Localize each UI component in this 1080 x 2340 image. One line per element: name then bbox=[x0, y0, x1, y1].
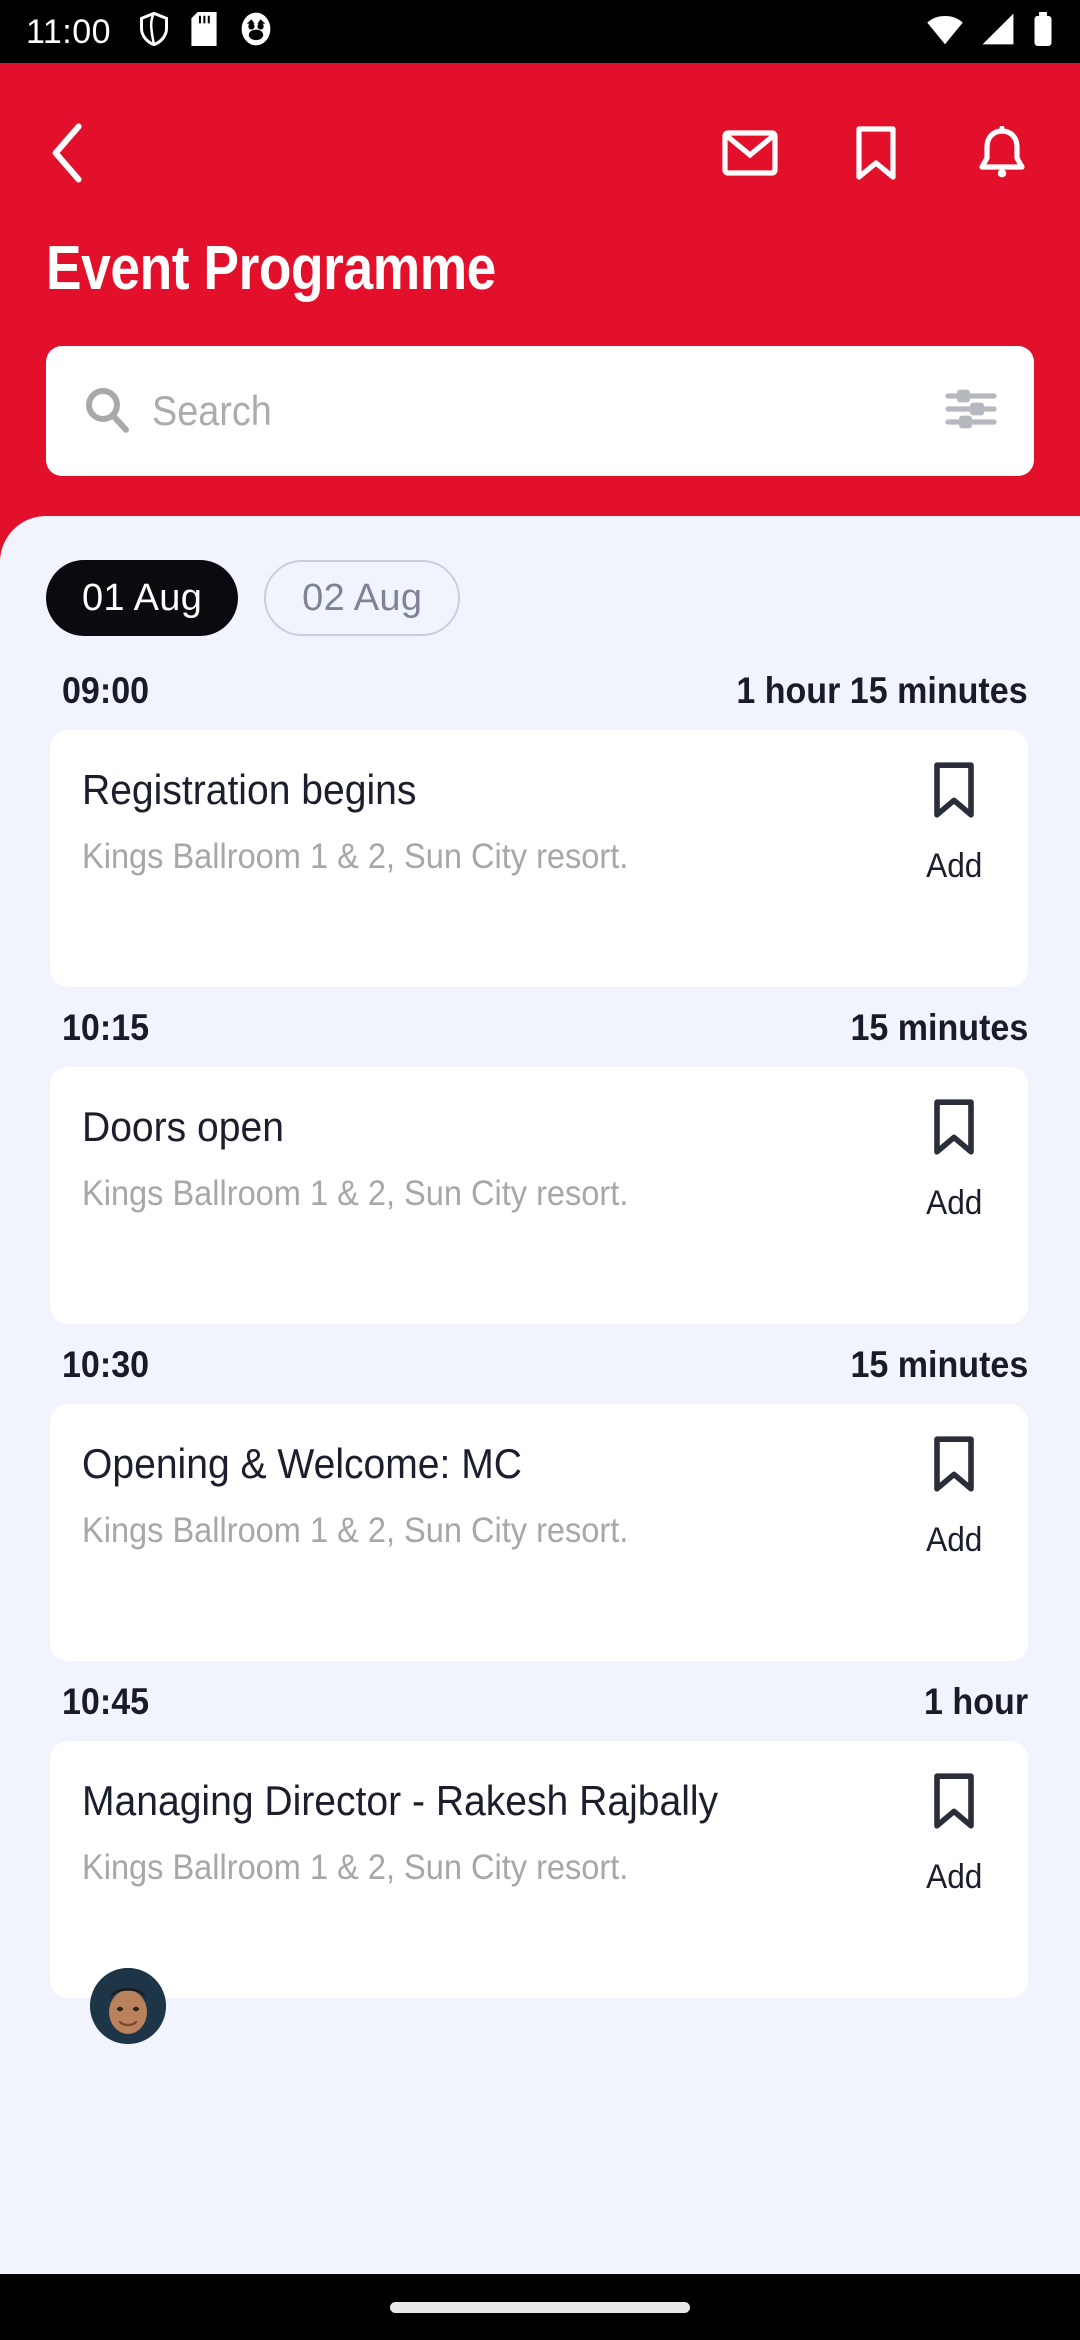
date-tab-list: 01 Aug 02 Aug bbox=[0, 516, 1080, 636]
programme-content-panel: 01 Aug 02 Aug 09:00 1 hour 15 minutes Re… bbox=[0, 516, 1080, 2274]
session-title: Doors open bbox=[82, 1103, 284, 1150]
session-add-label: Add bbox=[925, 1184, 982, 1222]
bookmark-icon bbox=[854, 125, 898, 185]
session-card[interactable]: Doors open Kings Ballroom 1 & 2, Sun Cit… bbox=[50, 1067, 1028, 1324]
bookmarks-button[interactable] bbox=[848, 125, 904, 185]
bookmark-icon bbox=[931, 1436, 977, 1497]
bell-icon bbox=[977, 124, 1027, 185]
wifi-icon bbox=[926, 12, 964, 51]
session-duration: 1 hour 15 minutes bbox=[736, 670, 1028, 711]
session-meta: 10:15 15 minutes bbox=[0, 1007, 1080, 1049]
app-header: Event Programme bbox=[0, 63, 1080, 518]
status-bar: 11:00 bbox=[0, 0, 1080, 63]
cellular-signal-icon bbox=[980, 12, 1016, 51]
session-start-time: 10:45 bbox=[62, 1681, 150, 1722]
status-bar-left-icons bbox=[139, 11, 273, 51]
session-add-button[interactable]: Add bbox=[924, 1436, 985, 1560]
session-card-body: Doors open Kings Ballroom 1 & 2, Sun Cit… bbox=[50, 1103, 1028, 1215]
header-actions bbox=[722, 124, 1042, 185]
session-card[interactable]: Registration begins Kings Ballroom 1 & 2… bbox=[50, 730, 1028, 987]
session-card[interactable]: Opening & Welcome: MC Kings Ballroom 1 &… bbox=[50, 1404, 1028, 1661]
status-bar-clock: 11:00 bbox=[26, 12, 112, 51]
shield-icon bbox=[139, 11, 169, 51]
session-add-label: Add bbox=[925, 1858, 982, 1896]
back-button[interactable] bbox=[38, 123, 98, 188]
session-card-body: Registration begins Kings Ballroom 1 & 2… bbox=[50, 766, 1028, 878]
sd-card-icon bbox=[191, 12, 217, 51]
session-card[interactable]: Managing Director - Rakesh Rajbally King… bbox=[50, 1741, 1028, 2044]
session-add-button[interactable]: Add bbox=[924, 762, 985, 886]
session-start-time: 10:15 bbox=[62, 1007, 150, 1048]
session-location: Kings Ballroom 1 & 2, Sun City resort. bbox=[82, 1848, 629, 1888]
mail-button[interactable] bbox=[722, 127, 778, 183]
session-duration: 15 minutes bbox=[850, 1344, 1028, 1385]
system-navigation-bar bbox=[0, 2274, 1080, 2340]
search-bar[interactable] bbox=[46, 346, 1034, 476]
status-bar-right-icons bbox=[926, 12, 1054, 51]
bookmark-icon bbox=[931, 1773, 977, 1834]
home-indicator[interactable] bbox=[390, 2301, 690, 2313]
session-list: 09:00 1 hour 15 minutes Registration beg… bbox=[0, 670, 1080, 2044]
date-tab-label: 01 Aug bbox=[82, 576, 203, 619]
session-item: 10:30 15 minutes Opening & Welcome: MC K… bbox=[0, 1344, 1080, 1661]
session-duration: 1 hour bbox=[923, 1681, 1028, 1722]
session-meta: 09:00 1 hour 15 minutes bbox=[0, 670, 1080, 712]
owl-face-icon bbox=[239, 12, 273, 51]
filter-sliders-icon[interactable] bbox=[944, 382, 998, 441]
app-screen: 11:00 Event Programme Search 01 Aug 02 A… bbox=[0, 0, 1080, 2340]
session-item: 10:45 1 hour Managing Director - Rakesh … bbox=[0, 1681, 1080, 2044]
mail-icon bbox=[722, 129, 778, 181]
page-title: Event Programme bbox=[46, 234, 496, 303]
search-input[interactable] bbox=[152, 387, 847, 435]
session-location: Kings Ballroom 1 & 2, Sun City resort. bbox=[82, 837, 629, 877]
session-add-label: Add bbox=[925, 1521, 982, 1559]
notifications-button[interactable] bbox=[974, 124, 1030, 185]
chevron-left-icon bbox=[48, 123, 88, 188]
session-title: Registration begins bbox=[82, 766, 417, 813]
header-toolbar bbox=[0, 115, 1080, 195]
session-add-label: Add bbox=[925, 847, 982, 885]
session-start-time: 10:30 bbox=[62, 1344, 150, 1385]
battery-icon bbox=[1032, 12, 1054, 51]
search-icon bbox=[82, 385, 130, 438]
session-location: Kings Ballroom 1 & 2, Sun City resort. bbox=[82, 1511, 629, 1551]
session-item: 10:15 15 minutes Doors open Kings Ballro… bbox=[0, 1007, 1080, 1324]
session-card-body: Managing Director - Rakesh Rajbally King… bbox=[50, 1777, 1028, 1889]
bookmark-icon bbox=[931, 1099, 977, 1160]
session-location: Kings Ballroom 1 & 2, Sun City resort. bbox=[82, 1174, 629, 1214]
bookmark-icon bbox=[931, 762, 977, 823]
session-meta: 10:30 15 minutes bbox=[0, 1344, 1080, 1386]
session-add-button[interactable]: Add bbox=[924, 1773, 985, 1897]
session-item: 09:00 1 hour 15 minutes Registration beg… bbox=[0, 670, 1080, 987]
speaker-avatar[interactable] bbox=[90, 1968, 166, 2044]
date-tab-01-aug[interactable]: 01 Aug bbox=[46, 560, 239, 636]
session-title: Managing Director - Rakesh Rajbally bbox=[82, 1777, 719, 1824]
session-duration: 15 minutes bbox=[850, 1007, 1028, 1048]
session-start-time: 09:00 bbox=[62, 670, 150, 711]
session-meta: 10:45 1 hour bbox=[0, 1681, 1080, 1723]
date-tab-label: 02 Aug bbox=[302, 576, 423, 619]
session-title: Opening & Welcome: MC bbox=[82, 1440, 522, 1487]
date-tab-02-aug[interactable]: 02 Aug bbox=[264, 560, 461, 636]
session-card-body: Opening & Welcome: MC Kings Ballroom 1 &… bbox=[50, 1440, 1028, 1552]
session-add-button[interactable]: Add bbox=[924, 1099, 985, 1223]
